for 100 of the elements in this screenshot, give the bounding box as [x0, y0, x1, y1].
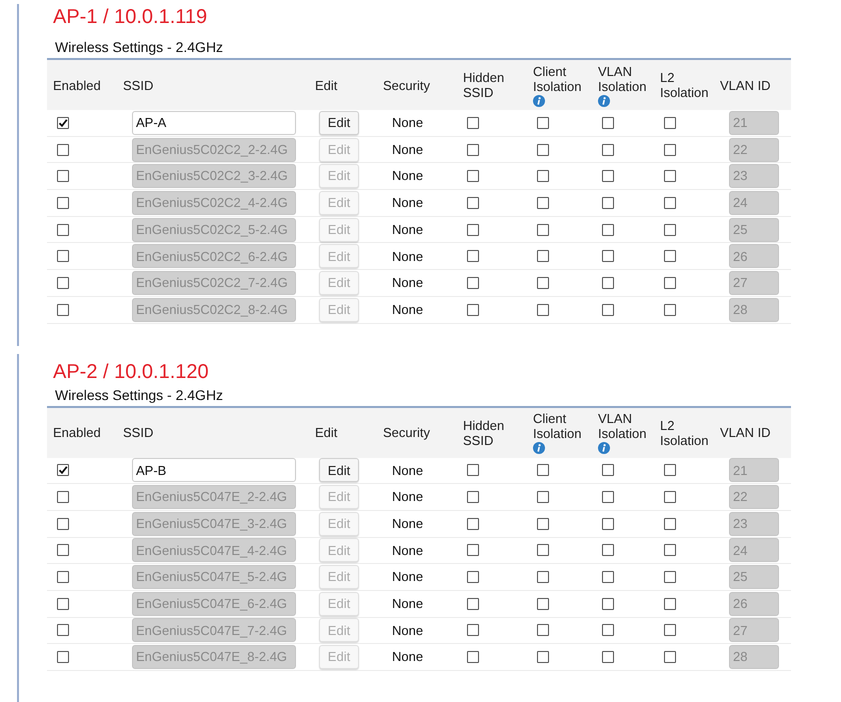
vlan-id-field[interactable]: 21 — [729, 110, 779, 135]
checkbox[interactable] — [57, 250, 69, 262]
checkbox[interactable] — [57, 544, 69, 556]
checkbox[interactable] — [664, 598, 676, 610]
edit-button[interactable]: Edit — [319, 244, 359, 268]
edit-button[interactable]: Edit — [319, 645, 359, 670]
checkbox[interactable] — [537, 276, 549, 289]
edit-button[interactable]: Edit — [319, 512, 359, 536]
checkbox[interactable] — [664, 144, 676, 156]
checkbox[interactable] — [602, 250, 614, 262]
checkbox[interactable] — [57, 518, 69, 530]
checkbox[interactable] — [664, 518, 676, 530]
checkbox[interactable] — [602, 170, 614, 182]
checkbox[interactable] — [602, 224, 614, 236]
checkbox[interactable] — [602, 464, 614, 476]
vlan-id-field[interactable]: 26 — [729, 592, 779, 616]
vlan-id-field[interactable]: 24 — [729, 538, 779, 562]
info-icon[interactable] — [598, 94, 610, 106]
edit-button[interactable]: Edit — [319, 538, 359, 562]
checkbox[interactable] — [57, 304, 69, 316]
checkbox[interactable] — [57, 170, 69, 182]
checkbox[interactable] — [57, 491, 69, 504]
checkbox[interactable] — [664, 196, 676, 209]
checkbox[interactable] — [537, 651, 549, 664]
checkbox[interactable] — [467, 276, 479, 289]
checkbox[interactable] — [467, 651, 479, 664]
checkbox[interactable] — [57, 651, 69, 664]
checkbox[interactable] — [57, 464, 69, 476]
checkbox[interactable] — [664, 544, 676, 556]
checkbox[interactable] — [537, 544, 549, 556]
ssid-field[interactable]: AP-B — [132, 458, 296, 482]
checkbox[interactable] — [537, 491, 549, 504]
ssid-field[interactable]: EnGenius5C047E_5-2.4G — [132, 565, 296, 590]
checkbox[interactable] — [664, 464, 676, 476]
checkbox[interactable] — [57, 624, 69, 636]
checkbox[interactable] — [537, 304, 549, 316]
checkbox[interactable] — [602, 544, 614, 556]
ssid-field[interactable]: EnGenius5C047E_8-2.4G — [132, 645, 296, 670]
checkbox[interactable] — [602, 304, 614, 316]
checkbox[interactable] — [537, 224, 549, 236]
ssid-field[interactable]: EnGenius5C047E_7-2.4G — [132, 618, 296, 642]
vlan-id-field[interactable]: 22 — [729, 485, 779, 510]
checkbox[interactable] — [467, 544, 479, 556]
checkbox[interactable] — [57, 598, 69, 610]
vlan-id-field[interactable]: 25 — [729, 565, 779, 590]
checkbox[interactable] — [537, 624, 549, 636]
edit-button[interactable]: Edit — [319, 458, 359, 482]
checkbox[interactable] — [467, 624, 479, 636]
ssid-field[interactable]: EnGenius5C047E_2-2.4G — [132, 485, 296, 510]
checkbox[interactable] — [602, 598, 614, 610]
ssid-field[interactable]: AP-A — [132, 110, 296, 135]
checkbox[interactable] — [467, 571, 479, 584]
checkbox[interactable] — [467, 250, 479, 262]
edit-button[interactable]: Edit — [319, 618, 359, 642]
vlan-id-field[interactable]: 23 — [729, 164, 779, 188]
edit-button[interactable]: Edit — [319, 218, 359, 242]
vlan-id-field[interactable]: 22 — [729, 138, 779, 162]
checkbox[interactable] — [602, 276, 614, 289]
checkbox[interactable] — [57, 116, 69, 129]
checkbox[interactable] — [664, 491, 676, 504]
checkbox[interactable] — [57, 224, 69, 236]
checkbox[interactable] — [602, 491, 614, 504]
vlan-id-field[interactable]: 27 — [729, 618, 779, 642]
checkbox[interactable] — [537, 250, 549, 262]
edit-button[interactable]: Edit — [319, 565, 359, 590]
ssid-field[interactable]: EnGenius5C02C2_6-2.4G — [132, 244, 296, 268]
edit-button[interactable]: Edit — [319, 592, 359, 616]
checkbox[interactable] — [664, 651, 676, 664]
ssid-field[interactable]: EnGenius5C047E_4-2.4G — [132, 538, 296, 562]
vlan-id-field[interactable]: 28 — [729, 298, 779, 322]
checkbox[interactable] — [467, 598, 479, 610]
checkbox[interactable] — [537, 464, 549, 476]
checkbox[interactable] — [467, 518, 479, 530]
checkbox[interactable] — [537, 518, 549, 530]
checkbox[interactable] — [467, 170, 479, 182]
checkbox[interactable] — [467, 224, 479, 236]
info-icon[interactable] — [533, 94, 545, 106]
edit-button[interactable]: Edit — [319, 485, 359, 510]
checkbox[interactable] — [602, 571, 614, 584]
info-icon[interactable] — [533, 442, 545, 454]
vlan-id-field[interactable]: 25 — [729, 218, 779, 242]
vlan-id-field[interactable]: 24 — [729, 190, 779, 215]
checkbox[interactable] — [664, 276, 676, 289]
checkbox[interactable] — [57, 196, 69, 209]
checkbox[interactable] — [602, 196, 614, 209]
checkbox[interactable] — [664, 116, 676, 129]
vlan-id-field[interactable]: 28 — [729, 645, 779, 670]
checkbox[interactable] — [537, 170, 549, 182]
checkbox[interactable] — [537, 571, 549, 584]
checkbox[interactable] — [602, 624, 614, 636]
checkbox[interactable] — [57, 144, 69, 156]
checkbox[interactable] — [537, 116, 549, 129]
edit-button[interactable]: Edit — [319, 190, 359, 215]
vlan-id-field[interactable]: 26 — [729, 244, 779, 268]
checkbox[interactable] — [664, 624, 676, 636]
checkbox[interactable] — [467, 116, 479, 129]
checkbox[interactable] — [467, 144, 479, 156]
checkbox[interactable] — [537, 196, 549, 209]
ssid-field[interactable]: EnGenius5C02C2_2-2.4G — [132, 138, 296, 162]
ssid-field[interactable]: EnGenius5C02C2_7-2.4G — [132, 270, 296, 295]
